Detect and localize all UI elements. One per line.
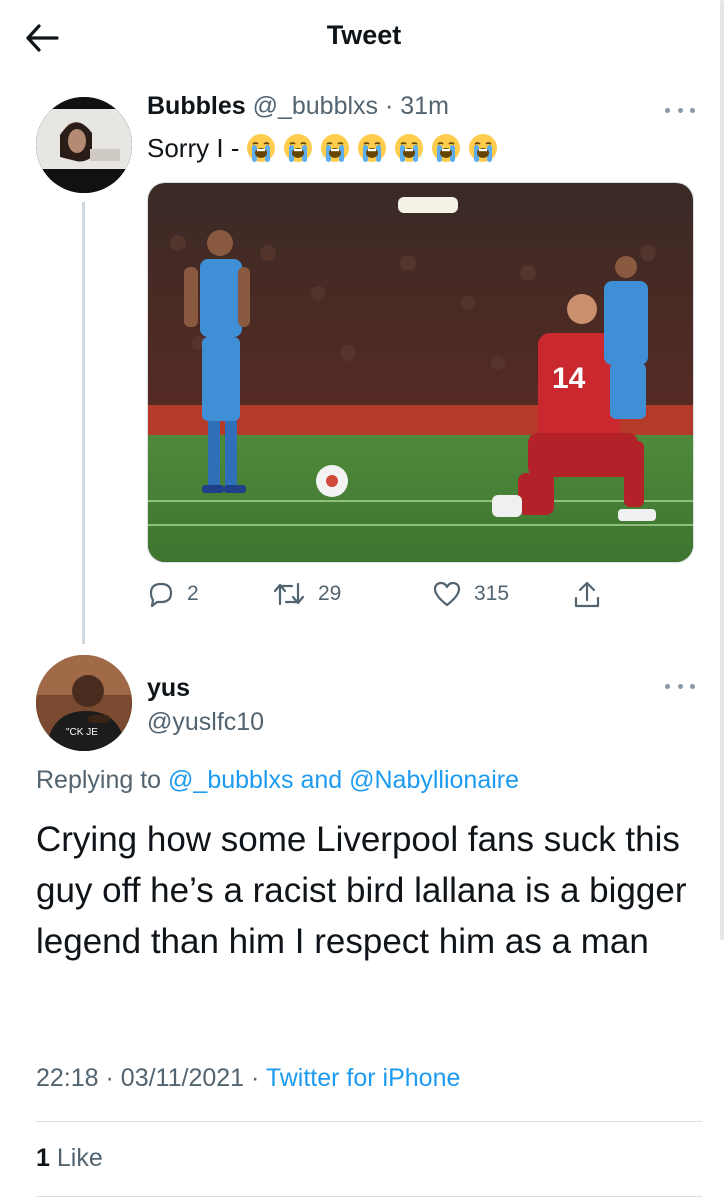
separator: ·: [251, 1064, 260, 1092]
tweet-actions: 2 29 315: [147, 580, 617, 612]
loudly-crying-face-icon: [284, 134, 313, 162]
reply-user-link[interactable]: @_bubblxs: [168, 766, 293, 794]
tweet-time[interactable]: 31m: [400, 92, 449, 120]
tweet-header: Tweet: [0, 0, 728, 72]
tweet-media-image[interactable]: 14: [147, 182, 694, 563]
avatar[interactable]: [36, 97, 132, 193]
separator: ·: [105, 1064, 114, 1092]
more-options-icon[interactable]: [665, 680, 695, 692]
page-title: Tweet: [326, 20, 402, 50]
author-name[interactable]: yus: [147, 674, 190, 703]
tweet1-text-row: Sorry I -: [147, 132, 499, 164]
retweet-icon: [273, 582, 305, 606]
retweet-button[interactable]: 29: [272, 580, 341, 608]
tweet-date[interactable]: 03/11/2021: [121, 1064, 244, 1092]
tweet-time[interactable]: 22:18: [36, 1064, 99, 1092]
svg-text:"CK JE: "CK JE: [66, 727, 98, 738]
thread-line: [82, 202, 85, 644]
likes-count: 1: [36, 1144, 50, 1172]
loudly-crying-face-icon: [432, 134, 461, 162]
heart-icon: [433, 581, 461, 607]
reply-icon: [149, 582, 173, 608]
like-button[interactable]: 315: [432, 580, 509, 608]
retweet-count: 29: [318, 582, 342, 605]
reply-count: 2: [187, 582, 199, 605]
tweet-text: Crying how some Liverpool fans suck this…: [36, 820, 687, 961]
svg-text:14: 14: [552, 362, 586, 395]
loudly-crying-face-icon: [321, 134, 350, 162]
likes-label: Like: [56, 1144, 103, 1172]
like-count: 315: [474, 582, 510, 605]
avatar[interactable]: "CK JE: [36, 655, 132, 751]
reply-button[interactable]: 2: [147, 580, 199, 608]
separator: ·: [384, 92, 394, 120]
tweet-source[interactable]: Twitter for iPhone: [266, 1064, 461, 1092]
reply-user-link[interactable]: @Nabyllionaire: [349, 766, 519, 794]
scrollbar[interactable]: [720, 0, 724, 940]
more-options-icon[interactable]: [665, 104, 695, 116]
tweet1-author-row: Bubbles @_bubblxs · 31m: [147, 92, 449, 121]
divider: [36, 1196, 702, 1197]
share-button[interactable]: [573, 580, 601, 610]
author-handle[interactable]: @_bubblxs: [253, 92, 378, 120]
loudly-crying-face-icon: [469, 134, 498, 162]
replying-and: and: [300, 766, 343, 794]
emoji-group: [245, 132, 499, 164]
loudly-crying-face-icon: [247, 134, 276, 162]
tweet-text: Sorry I -: [147, 132, 240, 163]
loudly-crying-face-icon: [395, 134, 424, 162]
replying-to-line: Replying to @_bubblxs and @Nabyllionaire: [36, 766, 519, 795]
author-name[interactable]: Bubbles: [147, 92, 246, 120]
divider: [36, 1121, 702, 1122]
replying-prefix: Replying to: [36, 766, 162, 794]
author-handle[interactable]: @yuslfc10: [147, 708, 264, 737]
tweet-meta: 22:18 · 03/11/2021 · Twitter for iPhone: [36, 1064, 460, 1093]
loudly-crying-face-icon: [358, 134, 387, 162]
share-icon: [574, 581, 600, 608]
likes-summary[interactable]: 1 Like: [36, 1144, 103, 1173]
